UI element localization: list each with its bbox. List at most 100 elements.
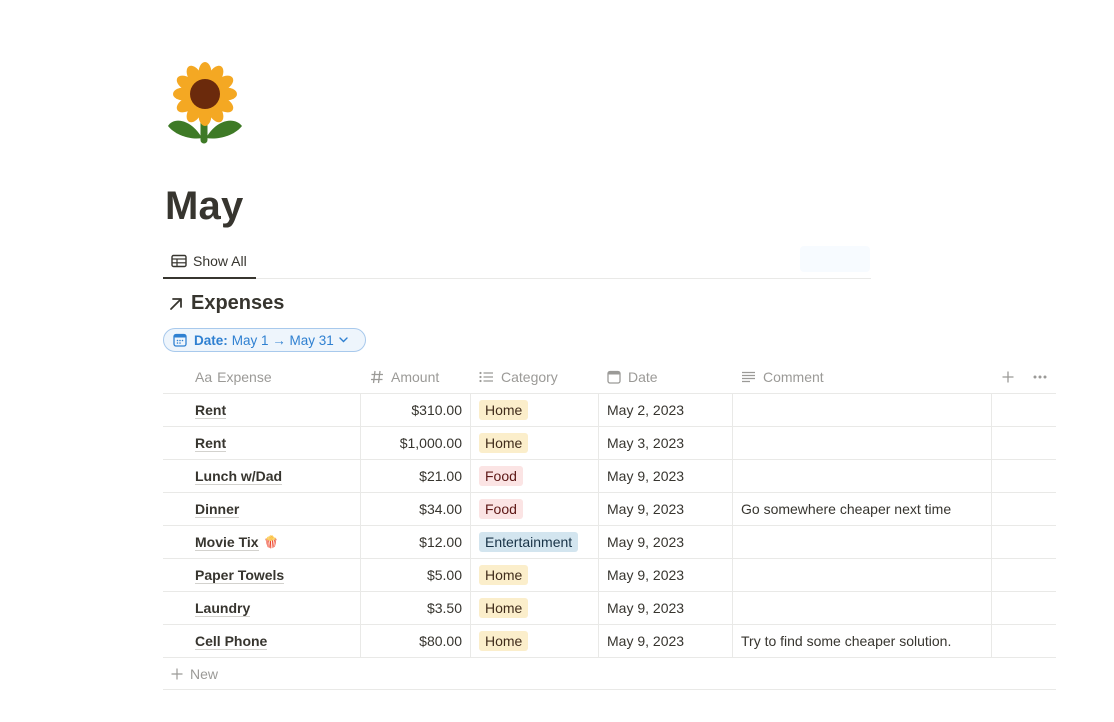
- cell-amount[interactable]: $34.00: [360, 493, 470, 525]
- expense-name[interactable]: Laundry: [195, 600, 251, 617]
- cell-amount[interactable]: $310.00: [360, 394, 470, 426]
- arrow-up-right-icon: [170, 297, 182, 310]
- hash-icon: [371, 370, 383, 383]
- cell-comment[interactable]: [732, 526, 991, 558]
- table-row[interactable]: Dinner $34.00 Food May 9, 2023 Go somewhere …: [163, 493, 1056, 526]
- cell-category[interactable]: Entertainment: [470, 526, 598, 558]
- column-divider: [732, 526, 733, 558]
- view-tabs: Show All: [163, 244, 871, 279]
- column-header-comment[interactable]: Comment: [732, 360, 824, 393]
- cell-expense[interactable]: Rent: [163, 427, 360, 459]
- cell-date[interactable]: May 9, 2023: [598, 526, 732, 558]
- cell-expense[interactable]: Rent: [163, 394, 360, 426]
- column-header-date[interactable]: Date: [598, 360, 658, 393]
- expense-name[interactable]: Dinner: [195, 501, 240, 518]
- column-header-expense[interactable]: Aa Expense: [163, 360, 272, 393]
- column-divider: [360, 559, 361, 591]
- cell-comment[interactable]: [732, 427, 991, 459]
- expense-name[interactable]: Rent: [195, 402, 227, 419]
- cell-comment[interactable]: [732, 592, 991, 624]
- column-header-category[interactable]: Category: [470, 360, 558, 393]
- table-row[interactable]: Rent $310.00 Home May 2, 2023: [163, 394, 1056, 427]
- page-title[interactable]: May: [165, 182, 243, 230]
- expense-name[interactable]: Paper Towels: [195, 567, 285, 584]
- cell-comment[interactable]: [732, 394, 991, 426]
- cell-date[interactable]: May 3, 2023: [598, 427, 732, 459]
- table-row[interactable]: Movie Tix 🍿 $12.00 Entertainment May 9, 2023: [163, 526, 1056, 559]
- add-property-button[interactable]: [999, 360, 1017, 393]
- expense-name[interactable]: Rent: [195, 435, 227, 452]
- cell-category[interactable]: Home: [470, 559, 598, 591]
- category-tag: Home: [479, 400, 529, 420]
- cell-amount[interactable]: $12.00: [360, 526, 470, 558]
- cell-category[interactable]: Food: [470, 493, 598, 525]
- cell-comment[interactable]: Try to find some cheaper solution.: [732, 625, 991, 657]
- cell-amount[interactable]: $80.00: [360, 625, 470, 657]
- more-options-button[interactable]: [1031, 360, 1049, 393]
- cell-expense[interactable]: Paper Towels: [163, 559, 360, 591]
- table-row[interactable]: Cell Phone $80.00 Home May 9, 2023 Try to fi…: [163, 625, 1056, 658]
- filter-label: Date:: [194, 332, 228, 348]
- column-label: Amount: [391, 368, 440, 385]
- cell-amount[interactable]: $3.50: [360, 592, 470, 624]
- cell-expense[interactable]: Laundry: [163, 592, 360, 624]
- column-divider: [360, 460, 361, 492]
- plus-icon: [171, 668, 183, 679]
- column-divider: [732, 625, 733, 657]
- cell-category[interactable]: Home: [470, 592, 598, 624]
- cell-category[interactable]: Home: [470, 625, 598, 657]
- cell-expense[interactable]: Dinner: [163, 493, 360, 525]
- cell-amount[interactable]: $21.00: [360, 460, 470, 492]
- column-divider: [470, 592, 471, 624]
- cell-expense[interactable]: Lunch w/Dad: [163, 460, 360, 492]
- cell-date[interactable]: May 9, 2023: [598, 559, 732, 591]
- expense-name[interactable]: Lunch w/Dad: [195, 468, 283, 485]
- cell-comment[interactable]: [732, 559, 991, 591]
- cell-date[interactable]: May 2, 2023: [598, 394, 732, 426]
- tab-show-all[interactable]: Show All: [163, 244, 256, 279]
- cell-comment[interactable]: Go somewhere cheaper next time: [732, 493, 991, 525]
- column-divider: [732, 427, 733, 459]
- column-divider: [470, 493, 471, 525]
- cell-amount[interactable]: $5.00: [360, 559, 470, 591]
- column-header-amount[interactable]: Amount: [360, 360, 439, 393]
- cell-expense[interactable]: Cell Phone: [163, 625, 360, 657]
- column-divider: [360, 625, 361, 657]
- category-tag: Food: [479, 466, 523, 486]
- column-label: Expense: [217, 368, 272, 385]
- table-row[interactable]: Lunch w/Dad $21.00 Food May 9, 2023: [163, 460, 1056, 493]
- category-tag: Food: [479, 499, 523, 519]
- database-title[interactable]: Expenses: [168, 292, 284, 315]
- cell-category[interactable]: Home: [470, 394, 598, 426]
- new-row-button[interactable]: New: [163, 658, 1056, 690]
- column-divider: [598, 625, 599, 657]
- text-icon: [742, 371, 755, 382]
- column-divider: [991, 427, 992, 459]
- expense-name[interactable]: Cell Phone: [195, 633, 268, 650]
- column-label: Date: [628, 368, 658, 385]
- column-divider: [598, 394, 599, 426]
- expense-name[interactable]: Movie Tix: [195, 534, 259, 551]
- cell-amount[interactable]: $1,000.00: [360, 427, 470, 459]
- calendar-icon: [607, 370, 621, 384]
- column-divider: [732, 460, 733, 492]
- cell-date[interactable]: May 9, 2023: [598, 493, 732, 525]
- cell-date[interactable]: May 9, 2023: [598, 592, 732, 624]
- table-row[interactable]: Laundry $3.50 Home May 9, 2023: [163, 592, 1056, 625]
- cell-category[interactable]: Home: [470, 427, 598, 459]
- date-filter-pill[interactable]: Date: May 1 → May 31: [163, 328, 366, 352]
- new-view-button[interactable]: [800, 246, 870, 272]
- column-divider: [360, 592, 361, 624]
- column-divider: [360, 427, 361, 459]
- table-row[interactable]: Paper Towels $5.00 Home May 9, 2023: [163, 559, 1056, 592]
- cell-date[interactable]: May 9, 2023: [598, 460, 732, 492]
- cell-expense[interactable]: Movie Tix 🍿: [163, 526, 360, 558]
- cell-category[interactable]: Food: [470, 460, 598, 492]
- column-divider: [991, 625, 992, 657]
- cell-comment[interactable]: [732, 460, 991, 492]
- cell-date[interactable]: May 9, 2023: [598, 625, 732, 657]
- table-row[interactable]: Rent $1,000.00 Home May 3, 2023: [163, 427, 1056, 460]
- table-body: Rent $310.00 Home May 2, 2023 Rent $1,000.00 H…: [163, 394, 1056, 658]
- column-divider: [470, 460, 471, 492]
- sunflower-icon[interactable]: [166, 62, 244, 144]
